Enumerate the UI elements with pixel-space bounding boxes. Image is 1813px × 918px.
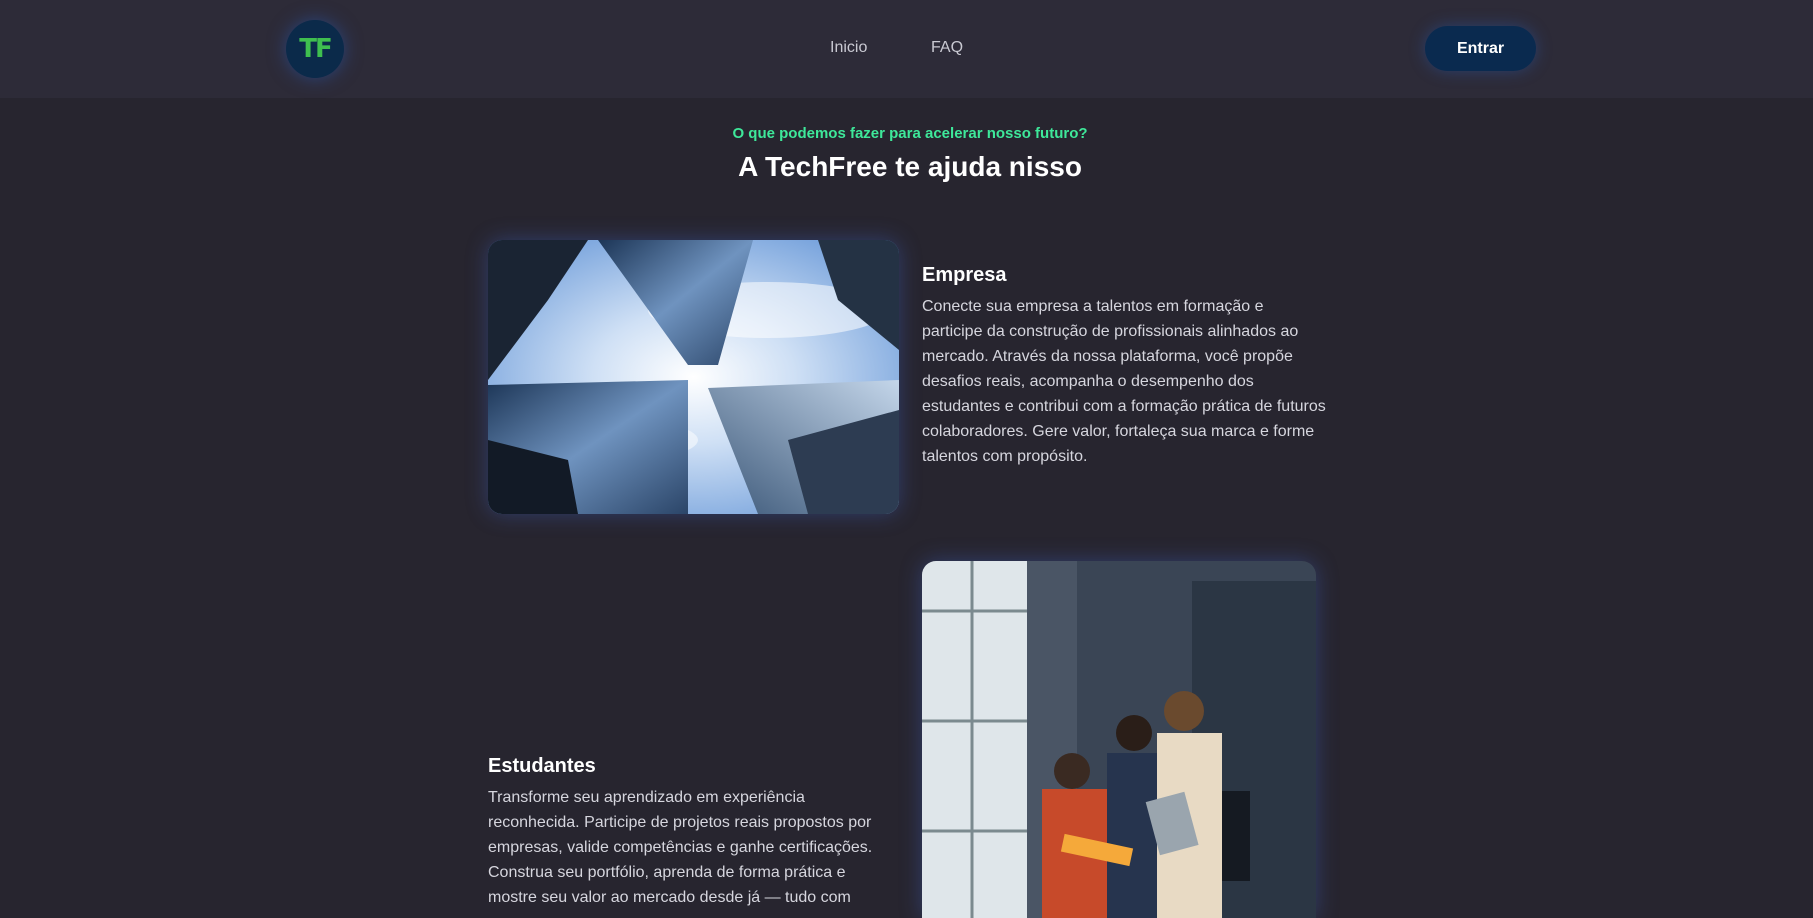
- empresa-description: Conecte sua empresa a talentos em formaç…: [922, 298, 1326, 465]
- students-image: [922, 561, 1316, 918]
- section-eyebrow: O que podemos fazer para acelerar nosso …: [732, 125, 1088, 142]
- estudantes-title: Estudantes: [488, 755, 596, 777]
- nav-link-inicio[interactable]: Inicio: [830, 39, 867, 57]
- skyscrapers-image: [488, 240, 899, 514]
- section-headline: A TechFree te ajuda nisso: [738, 151, 1082, 182]
- estudantes-description: Transforme seu aprendizado em experiênci…: [488, 789, 873, 906]
- login-button[interactable]: Entrar: [1425, 26, 1536, 71]
- main-nav: Inicio FAQ: [0, 39, 1813, 59]
- empresa-title: Empresa: [922, 264, 1007, 286]
- site-header: TF Inicio FAQ Entrar: [0, 0, 1813, 98]
- nav-link-faq[interactable]: FAQ: [931, 39, 963, 57]
